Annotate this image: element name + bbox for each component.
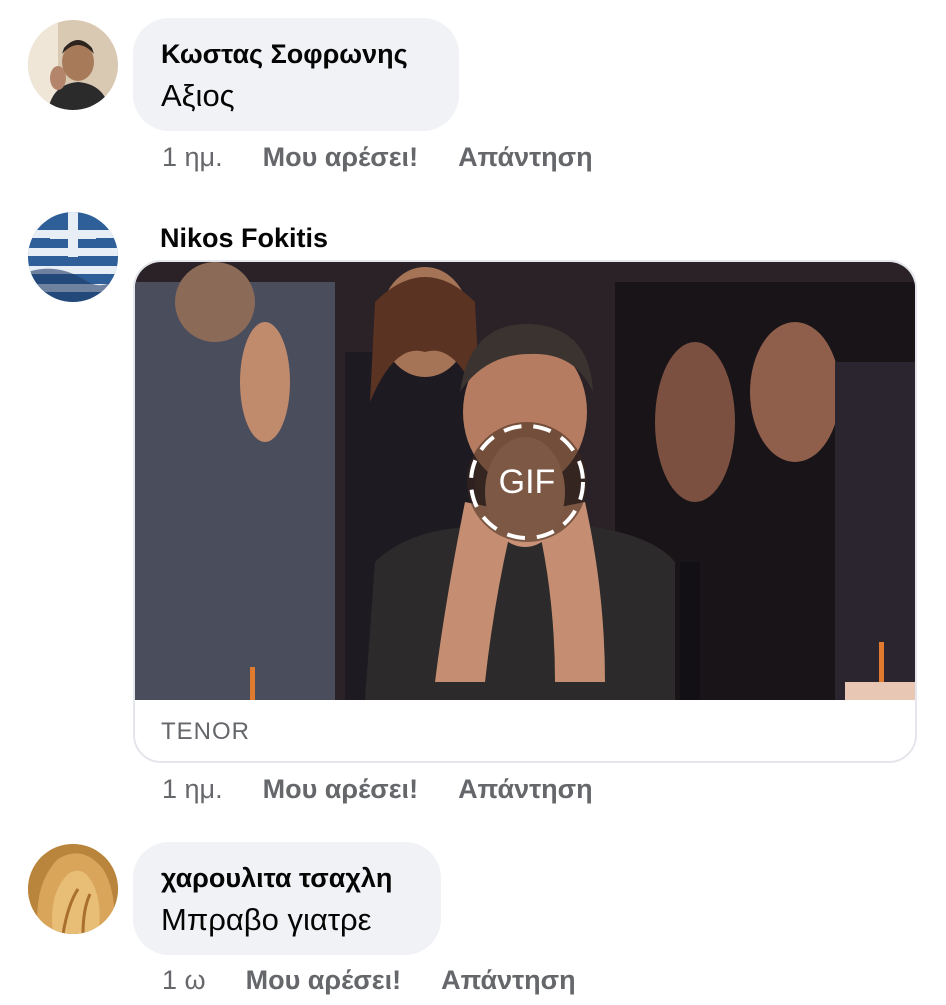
comment-author[interactable]: Κωστας Σοφρωνης — [161, 38, 431, 70]
comment-author[interactable]: χαρουλιτα τσαχλη — [161, 862, 413, 894]
avatar[interactable] — [28, 212, 118, 302]
avatar[interactable] — [28, 844, 118, 934]
comment-actions: 1 ημ. Μου αρέσει! Απάντηση — [162, 142, 593, 173]
gif-attachment[interactable]: GIF TENOR — [133, 260, 917, 763]
like-button[interactable]: Μου αρέσει! — [263, 142, 418, 173]
avatar-photo-greek-flag — [28, 212, 118, 302]
gif-source-label[interactable]: TENOR — [161, 718, 250, 746]
comment-text: Μπραβο γιατρε — [161, 902, 372, 937]
avatar-photo-charoulita — [28, 844, 118, 934]
gif-badge[interactable]: GIF — [467, 422, 587, 542]
comment-actions: 1 ημ. Μου αρέσει! Απάντηση — [162, 774, 593, 805]
like-button[interactable]: Μου αρέσει! — [246, 965, 401, 996]
avatar-photo-kostas — [28, 20, 118, 110]
reply-button[interactable]: Απάντηση — [441, 965, 576, 996]
reply-button[interactable]: Απάντηση — [458, 774, 593, 805]
comment-time[interactable]: 1 ω — [162, 965, 206, 996]
comment-text: Αξιος — [161, 78, 235, 113]
comment-time[interactable]: 1 ημ. — [162, 142, 223, 173]
reply-button[interactable]: Απάντηση — [458, 142, 593, 173]
comment-bubble: χαρουλιτα τσαχλη Μπραβο γιατρε — [133, 842, 441, 955]
comment-bubble: Κωστας Σοφρωνης Αξιος — [133, 18, 459, 131]
avatar[interactable] — [28, 20, 118, 110]
comment-author[interactable]: Nikos Fokitis — [160, 222, 328, 254]
gif-image[interactable]: GIF — [135, 262, 915, 700]
like-button[interactable]: Μου αρέσει! — [263, 774, 418, 805]
comment-time[interactable]: 1 ημ. — [162, 774, 223, 805]
comment-actions: 1 ω Μου αρέσει! Απάντηση — [162, 965, 576, 996]
gif-badge-label: GIF — [498, 462, 556, 501]
